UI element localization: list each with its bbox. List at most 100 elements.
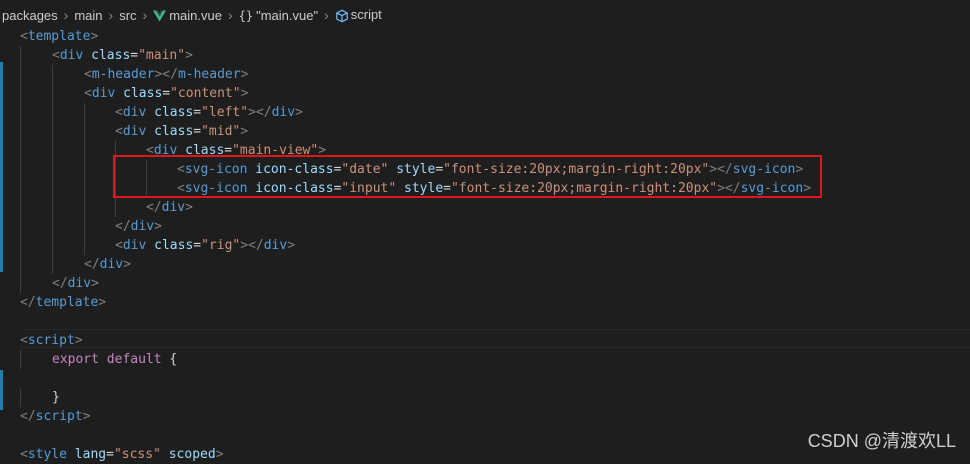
- indent-guide: [20, 46, 21, 65]
- code-token: >: [98, 295, 107, 310]
- code-token: >: [74, 333, 83, 348]
- code-token: div: [263, 238, 288, 253]
- code-token: =: [193, 238, 202, 253]
- code-line[interactable]: <div class="main">: [0, 46, 970, 65]
- indent-guide: [84, 160, 85, 179]
- code-line[interactable]: [0, 369, 970, 388]
- code-line[interactable]: <div class="content">: [0, 84, 970, 103]
- code-token: <: [20, 447, 28, 462]
- code-token: ></: [154, 67, 178, 82]
- code-editor[interactable]: <template> <div class="main"> <m-header></…: [0, 27, 970, 464]
- code-token: </: [84, 257, 100, 272]
- breadcrumb-main[interactable]: main: [74, 8, 102, 23]
- code-token: class: [154, 124, 194, 139]
- code-token: </: [115, 219, 131, 234]
- breadcrumb-script[interactable]: script: [335, 7, 382, 23]
- code-text: </div>: [52, 274, 99, 293]
- breadcrumb-file[interactable]: main.vue: [153, 8, 222, 23]
- chevron-right-icon: ›: [142, 7, 148, 23]
- code-text: export default {: [52, 350, 177, 369]
- code-token: "rig": [201, 238, 241, 253]
- code-line[interactable]: </div>: [0, 274, 970, 293]
- indent-guide: [52, 103, 53, 122]
- code-token: <: [115, 238, 123, 253]
- code-token: }: [52, 390, 60, 405]
- code-token: <: [52, 48, 60, 63]
- chevron-right-icon: ›: [324, 7, 329, 23]
- code-token: template: [35, 295, 99, 310]
- code-token: div: [271, 105, 296, 120]
- code-token: >: [240, 124, 249, 139]
- indent-guide: [52, 255, 53, 274]
- code-token: m-header: [177, 67, 241, 82]
- code-token: >: [295, 105, 303, 120]
- code-token: >: [215, 447, 224, 462]
- code-line[interactable]: </div>: [0, 217, 970, 236]
- code-token: "main": [138, 48, 186, 63]
- code-text: <m-header></m-header>: [84, 65, 248, 84]
- code-line[interactable]: <div class="rig"></div>: [0, 236, 970, 255]
- code-token: "mid": [201, 124, 241, 139]
- code-line[interactable]: <div class="mid">: [0, 122, 970, 141]
- chevron-right-icon: ›: [227, 7, 233, 23]
- indent-guide: [20, 388, 21, 407]
- code-token: <: [20, 333, 28, 348]
- code-line[interactable]: </div>: [0, 198, 970, 217]
- indent-guide: [52, 122, 53, 141]
- code-text: <style lang="scss" scoped>: [20, 445, 224, 464]
- indent-guide: [52, 84, 53, 103]
- code-line[interactable]: </template>: [0, 293, 970, 312]
- code-token: export: [52, 352, 99, 367]
- code-token: <: [84, 86, 92, 101]
- indent-guide: [84, 103, 85, 122]
- code-token: <: [115, 124, 123, 139]
- code-token: div: [59, 48, 84, 63]
- code-token: div: [99, 257, 124, 272]
- breadcrumb-packages[interactable]: packages: [2, 8, 58, 23]
- code-text: <div class="content">: [84, 84, 248, 103]
- code-token: class: [123, 86, 163, 101]
- code-text: </div>: [146, 198, 193, 217]
- file-name: main.vue: [169, 7, 222, 23]
- cube-icon: [335, 9, 348, 23]
- breadcrumb-src[interactable]: src: [119, 8, 136, 23]
- code-line[interactable]: [0, 312, 970, 331]
- code-text: <div class="rig"></div>: [115, 236, 295, 255]
- code-line[interactable]: <script>: [0, 331, 970, 350]
- indent-guide: [20, 350, 21, 369]
- code-line[interactable]: <m-header></m-header>: [0, 65, 970, 84]
- code-token: <: [84, 67, 92, 82]
- code-line[interactable]: <div class="left"></div>: [0, 103, 970, 122]
- chevron-right-icon: ›: [108, 7, 114, 23]
- code-line[interactable]: <template>: [0, 27, 970, 46]
- code-token: ></: [248, 105, 272, 120]
- indent-guide: [20, 103, 21, 122]
- indent-guide: [20, 84, 21, 103]
- indent-guide: [20, 65, 21, 84]
- code-token: style: [27, 447, 67, 462]
- code-token: scoped: [168, 447, 216, 462]
- code-token: </: [52, 276, 68, 291]
- code-token: class: [154, 105, 194, 120]
- code-line[interactable]: </script>: [0, 407, 970, 426]
- code-line[interactable]: }: [0, 388, 970, 407]
- indent-guide: [52, 179, 53, 198]
- indent-guide: [84, 179, 85, 198]
- code-line[interactable]: </div>: [0, 255, 970, 274]
- indent-guide: [84, 198, 85, 217]
- code-token: script: [35, 409, 83, 424]
- breadcrumb-object[interactable]: {} "main.vue": [239, 8, 318, 23]
- code-token: div: [122, 105, 147, 120]
- code-token: default: [106, 352, 162, 367]
- vue-icon: [153, 10, 167, 22]
- indent-guide: [52, 236, 53, 255]
- code-text: <script>: [20, 331, 83, 350]
- code-line[interactable]: export default {: [0, 350, 970, 369]
- code-token: script: [27, 333, 75, 348]
- indent-guide: [84, 217, 85, 236]
- code-token: div: [91, 86, 116, 101]
- indent-guide: [20, 122, 21, 141]
